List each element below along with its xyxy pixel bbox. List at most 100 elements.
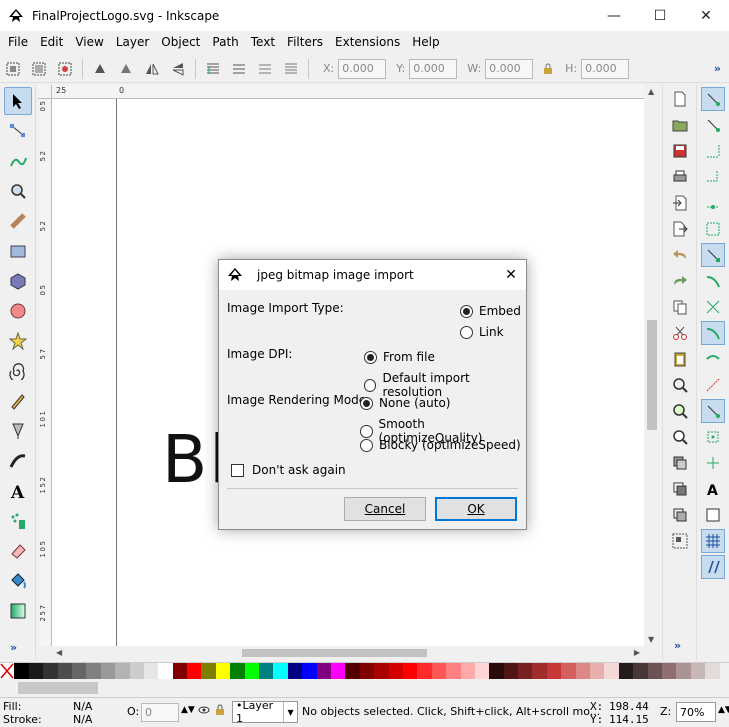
radio-indicator[interactable] — [360, 424, 373, 438]
color-swatch[interactable] — [259, 663, 274, 679]
snap-midpoints-icon[interactable] — [701, 373, 725, 397]
menu-object[interactable]: Object — [155, 35, 206, 49]
color-swatch[interactable] — [330, 663, 346, 679]
color-swatch[interactable] — [100, 663, 116, 679]
color-swatch[interactable] — [489, 663, 504, 679]
selector-tool-icon[interactable] — [4, 87, 32, 115]
snap-object-center-icon[interactable] — [701, 399, 725, 423]
ellipse-tool-icon[interactable] — [4, 297, 32, 325]
color-swatch[interactable] — [43, 663, 58, 679]
paste-icon[interactable] — [668, 347, 692, 371]
3d-box-tool-icon[interactable] — [4, 267, 32, 295]
color-swatch[interactable] — [561, 663, 576, 679]
toolbox-overflow-chevron-icon[interactable]: » — [10, 641, 17, 654]
snap-text-baseline-icon[interactable] — [701, 451, 725, 475]
raise-icon[interactable] — [228, 58, 250, 80]
scroll-left-icon[interactable]: ◀ — [56, 648, 62, 657]
clone-icon[interactable] — [668, 477, 692, 501]
color-swatch[interactable] — [201, 663, 216, 679]
close-button[interactable]: ✕ — [683, 0, 729, 31]
color-swatch[interactable] — [431, 663, 447, 679]
color-swatch[interactable] — [143, 663, 159, 679]
layer-lock-icon[interactable] — [214, 704, 226, 719]
paint-bucket-tool-icon[interactable] — [4, 567, 32, 595]
radio-indicator[interactable] — [460, 304, 473, 318]
color-swatch[interactable] — [546, 663, 562, 679]
color-swatch[interactable] — [474, 663, 490, 679]
new-document-icon[interactable] — [668, 87, 692, 111]
commands-overflow-chevron-icon[interactable]: » — [674, 639, 681, 652]
menu-view[interactable]: View — [69, 35, 109, 49]
rotate-ccw-icon[interactable] — [89, 58, 111, 80]
node-tool-icon[interactable] — [4, 117, 32, 145]
star-tool-icon[interactable] — [4, 327, 32, 355]
horizontal-scroll-thumb[interactable] — [242, 649, 427, 657]
zoom-input[interactable] — [676, 702, 716, 722]
menu-extensions[interactable]: Extensions — [329, 35, 406, 49]
calligraphy-tool-icon[interactable] — [4, 447, 32, 475]
radio-indicator[interactable] — [364, 378, 377, 392]
snap-bbox-midpoint-icon[interactable] — [701, 191, 725, 215]
dialog-close-icon[interactable]: ✕ — [496, 260, 526, 290]
snap-bbox-edge-icon[interactable] — [701, 139, 725, 163]
duplicate-icon[interactable] — [668, 451, 692, 475]
cut-icon[interactable] — [668, 321, 692, 345]
no-paint-swatch[interactable] — [0, 663, 15, 679]
zoom-stepper-icon[interactable]: ▲▼ — [718, 705, 729, 715]
snap-bbox-icon[interactable] — [701, 113, 725, 137]
text-tool-icon[interactable]: A — [4, 477, 32, 505]
color-swatch[interactable] — [28, 663, 44, 679]
group-icon[interactable] — [668, 529, 692, 553]
export-icon[interactable] — [668, 217, 692, 241]
snap-guide-icon[interactable] — [701, 555, 725, 579]
measure-tool-icon[interactable] — [4, 207, 32, 235]
opacity-input[interactable] — [141, 703, 179, 722]
open-folder-icon[interactable] — [668, 113, 692, 137]
color-swatch[interactable] — [402, 663, 418, 679]
scroll-right-icon[interactable]: ▶ — [634, 648, 640, 657]
snap-bbox-center-icon[interactable] — [701, 217, 725, 241]
menu-filters[interactable]: Filters — [281, 35, 329, 49]
menu-file[interactable]: File — [2, 35, 34, 49]
radio-indicator[interactable] — [460, 325, 473, 339]
color-swatch[interactable] — [158, 663, 173, 679]
layer-selector[interactable]: •Layer 1 ▼ — [232, 699, 298, 725]
ok-button[interactable]: OK — [435, 497, 517, 521]
color-swatch[interactable] — [518, 663, 533, 679]
checkbox-indicator[interactable] — [231, 463, 244, 477]
pen-tool-icon[interactable] — [4, 417, 32, 445]
radio-render-none[interactable]: None (auto) — [360, 396, 451, 410]
radio-render-blocky[interactable]: Blocky (optimizeSpeed) — [360, 438, 521, 452]
palette-scrollbar[interactable] — [18, 682, 98, 694]
spray-tool-icon[interactable] — [4, 507, 32, 535]
undo-icon[interactable] — [668, 243, 692, 267]
dont-ask-again-checkbox[interactable]: Don't ask again — [231, 463, 346, 477]
zoom-tool-icon[interactable] — [4, 177, 32, 205]
vertical-scrollbar[interactable]: ▲ ▼ — [644, 85, 660, 646]
scroll-down-icon[interactable]: ▼ — [648, 635, 654, 644]
color-swatch[interactable] — [302, 663, 317, 679]
color-swatch[interactable] — [57, 663, 72, 679]
layer-visibility-eye-icon[interactable] — [198, 704, 210, 719]
color-swatch[interactable] — [345, 663, 360, 679]
horizontal-scrollbar[interactable]: ◀ ▶ — [52, 646, 644, 660]
copy-icon[interactable] — [668, 295, 692, 319]
color-swatch[interactable] — [446, 663, 461, 679]
color-swatch[interactable] — [115, 663, 130, 679]
color-swatch[interactable] — [374, 663, 389, 679]
snap-toggle-icon[interactable] — [701, 87, 725, 111]
color-swatch[interactable] — [503, 663, 519, 679]
color-swatch[interactable] — [647, 663, 662, 679]
color-swatch[interactable] — [705, 663, 720, 679]
snap-intersection-icon[interactable] — [701, 295, 725, 319]
color-swatch[interactable] — [388, 663, 403, 679]
deselect-icon[interactable] — [54, 58, 76, 80]
radio-indicator[interactable] — [360, 438, 373, 452]
color-swatch[interactable] — [359, 663, 375, 679]
toolbar-overflow-chevron-icon[interactable]: » — [714, 62, 721, 75]
color-swatch[interactable] — [172, 663, 188, 679]
lower-icon[interactable] — [254, 58, 276, 80]
y-input[interactable] — [409, 58, 458, 79]
unlink-clone-icon[interactable] — [668, 503, 692, 527]
color-swatch[interactable] — [129, 663, 144, 679]
